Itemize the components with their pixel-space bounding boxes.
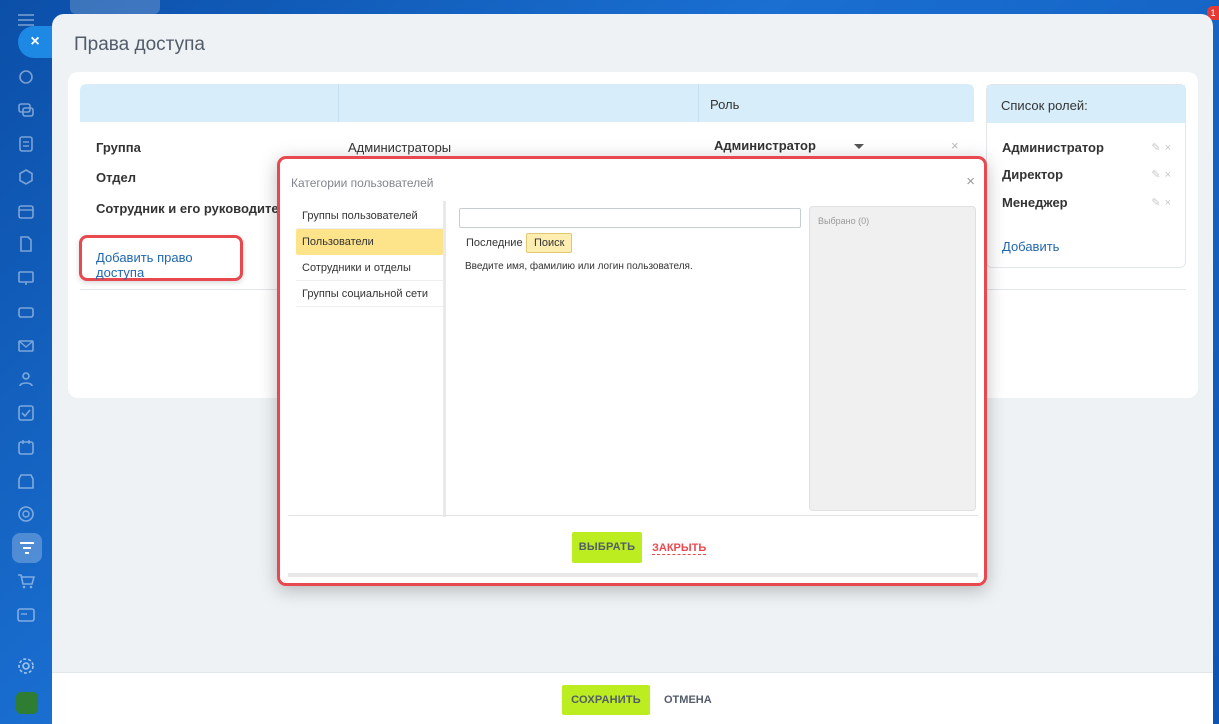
selected-count: Выбрано (0) xyxy=(818,216,870,226)
popup-title: Категории пользователей xyxy=(291,176,434,190)
filter-icon[interactable] xyxy=(12,533,42,563)
tab-recent[interactable]: Последние xyxy=(466,237,523,249)
edit-icon[interactable]: ✎ xyxy=(1151,142,1164,154)
gear-icon[interactable] xyxy=(17,657,35,675)
edit-icon[interactable]: ✎ xyxy=(1151,169,1164,181)
row-label-department: Отдел xyxy=(96,170,137,185)
cart-icon[interactable] xyxy=(17,572,36,590)
document-icon[interactable] xyxy=(17,235,35,253)
col-separator xyxy=(338,84,339,122)
role-select[interactable]: Администратор xyxy=(710,134,870,158)
schedule-icon[interactable] xyxy=(17,438,35,456)
role-item[interactable]: Директор xyxy=(1002,167,1063,182)
cancel-button[interactable]: ОТМЕНА xyxy=(664,694,712,706)
contacts-icon[interactable] xyxy=(17,370,35,388)
delete-icon[interactable]: × xyxy=(1165,142,1175,154)
search-input[interactable] xyxy=(459,208,801,228)
chevron-down-icon xyxy=(854,144,864,149)
roles-header: Список ролей: xyxy=(987,85,1185,123)
delete-icon[interactable]: × xyxy=(1165,197,1175,209)
top-tab[interactable] xyxy=(70,0,160,14)
row-value-group: Администраторы xyxy=(348,140,452,155)
category-divider xyxy=(443,201,446,517)
edit-icon[interactable]: ✎ xyxy=(1151,197,1164,209)
tab-search[interactable]: Поиск xyxy=(526,233,573,253)
crm-icon[interactable] xyxy=(17,168,35,186)
user-categories-popup: Категории пользователей × Группы пользов… xyxy=(277,156,987,586)
role-select-value: Администратор xyxy=(714,138,816,153)
add-access-link[interactable]: Добавить право доступа xyxy=(96,250,240,280)
menu-icon[interactable] xyxy=(18,14,34,26)
col-separator xyxy=(698,84,699,122)
calendar-icon[interactable] xyxy=(17,202,35,220)
page-title: Права доступа xyxy=(74,34,205,55)
roles-panel: Список ролей: Администратор ✎× Директор … xyxy=(986,84,1186,268)
chat-icon[interactable] xyxy=(17,101,35,119)
choose-button[interactable]: ВЫБРАТЬ xyxy=(572,532,642,563)
category-item-users[interactable]: Пользователи xyxy=(296,229,444,255)
role-actions: ✎× xyxy=(1151,168,1175,181)
role-item[interactable]: Менеджер xyxy=(1002,195,1068,210)
category-list: Группы пользователей Пользователи Сотруд… xyxy=(296,203,444,307)
board-icon[interactable] xyxy=(17,269,35,287)
close-slider-button[interactable]: × xyxy=(18,26,52,58)
delete-icon[interactable]: × xyxy=(1165,169,1175,181)
close-icon[interactable]: × xyxy=(966,173,975,190)
tasks-icon[interactable] xyxy=(17,404,35,422)
left-rail: × xyxy=(0,0,52,724)
id-card-icon[interactable] xyxy=(17,606,35,624)
close-button[interactable]: ЗАКРЫТЬ xyxy=(652,542,707,555)
row-label-group: Группа xyxy=(96,140,141,155)
popup-bottom-bar xyxy=(288,573,978,577)
category-item-user-groups[interactable]: Группы пользователей xyxy=(296,203,444,229)
mail-icon[interactable] xyxy=(17,337,35,355)
access-table: Роль Группа Администраторы Администратор… xyxy=(80,84,974,216)
role-actions: ✎× xyxy=(1151,141,1175,154)
selected-panel: Выбрано (0) xyxy=(809,206,976,511)
table-header: Роль xyxy=(80,84,974,122)
storage-icon[interactable] xyxy=(17,303,35,321)
category-item-departments[interactable]: Сотрудники и отделы xyxy=(296,255,444,281)
category-item-social-groups[interactable]: Группы социальной сети xyxy=(296,281,444,307)
role-column-header: Роль xyxy=(710,97,740,112)
add-access-highlight: Добавить право доступа xyxy=(79,235,243,281)
remove-row-icon[interactable]: × xyxy=(951,138,959,153)
rocket-icon[interactable] xyxy=(16,692,38,714)
row-label-employee: Сотрудник и его руководители xyxy=(96,201,295,216)
add-role-link[interactable]: Добавить xyxy=(1002,239,1059,254)
search-hint: Введите имя, фамилию или логин пользоват… xyxy=(465,261,693,272)
goals-icon[interactable] xyxy=(17,505,35,523)
comments-icon[interactable] xyxy=(17,68,35,86)
store-icon[interactable] xyxy=(17,472,35,490)
role-item[interactable]: Администратор xyxy=(1002,140,1104,155)
feed-icon[interactable] xyxy=(17,135,35,153)
role-actions: ✎× xyxy=(1151,196,1175,209)
footer-bar: СОХРАНИТЬ ОТМЕНА xyxy=(52,672,1213,724)
popup-divider xyxy=(288,515,978,516)
save-button[interactable]: СОХРАНИТЬ xyxy=(562,685,650,715)
